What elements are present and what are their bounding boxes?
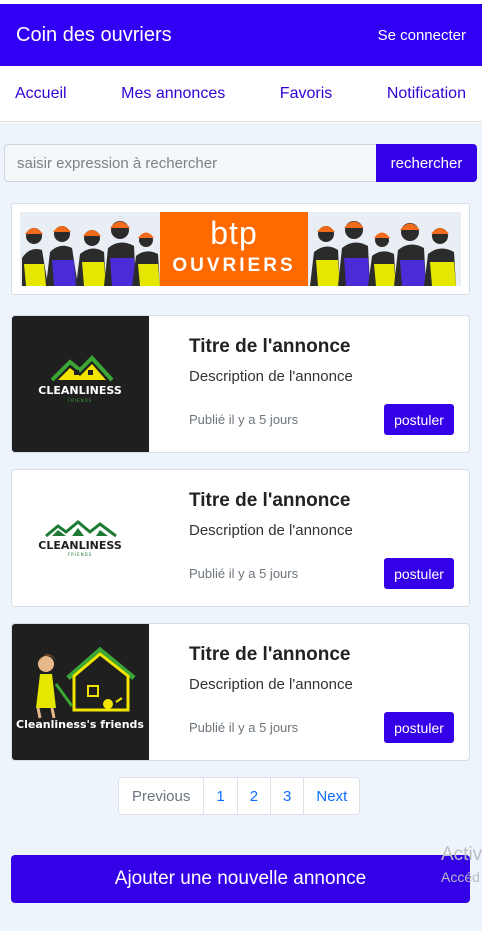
btp-logo-subtext: OUVRIERS: [172, 255, 296, 276]
activation-watermark: Activ Accéd: [441, 844, 482, 888]
pagination-page-1[interactable]: 1: [203, 778, 236, 814]
listing-title[interactable]: Titre de l'annonce: [189, 336, 350, 358]
banner-image: btp OUVRIERS: [20, 212, 461, 286]
nav-item-accueil[interactable]: Accueil: [15, 85, 67, 103]
card-logo-text: CLEANLINESS: [38, 384, 122, 397]
listing-title[interactable]: Titre de l'annonce: [189, 490, 350, 512]
pagination-previous[interactable]: Previous: [119, 778, 203, 814]
banner: btp OUVRIERS: [11, 203, 470, 295]
pagination: Previous 1 2 3 Next: [118, 777, 361, 815]
search-bar: rechercher: [4, 144, 477, 182]
nav-item-mes-annonces[interactable]: Mes annonces: [121, 85, 225, 103]
main-nav: Accueil Mes annonces Favoris Notificatio…: [0, 66, 482, 122]
cleaning-lady-logo-icon: Cleanliness's friends: [16, 646, 144, 731]
card-logo-text: Cleanliness's friends: [16, 718, 144, 731]
listing-description: Description de l'annonce: [189, 368, 353, 385]
btp-logo: btp OUVRIERS: [160, 212, 308, 286]
apply-button[interactable]: postuler: [384, 558, 454, 589]
login-link[interactable]: Se connecter: [378, 27, 466, 44]
listing-date: Publié il y a 5 jours: [189, 720, 299, 735]
card-logo-subtext: FRIENDS: [68, 552, 92, 557]
listing-card[interactable]: CLEANLINESS FRIENDS Titre de l'annonce D…: [11, 315, 470, 453]
pagination-next[interactable]: Next: [303, 778, 359, 814]
cleanliness-logo-icon: CLEANLINESS FRIENDS: [38, 355, 122, 403]
pagination-page-3[interactable]: 3: [270, 778, 303, 814]
listing-thumbnail: CLEANLINESS FRIENDS: [12, 316, 149, 452]
search-button[interactable]: rechercher: [376, 144, 477, 182]
search-input[interactable]: [4, 144, 376, 182]
listing-card[interactable]: Cleanliness's friends Titre de l'annonce…: [11, 623, 470, 761]
top-bar: Coin des ouvriers Se connecter: [0, 4, 482, 66]
listing-date: Publié il y a 5 jours: [189, 412, 299, 427]
listing-thumbnail: Cleanliness's friends: [12, 624, 149, 760]
cleanliness-logo-icon: CLEANLINESS FRIENDS: [38, 520, 122, 557]
listing-title[interactable]: Titre de l'annonce: [189, 644, 350, 666]
listing-description: Description de l'annonce: [189, 676, 353, 693]
watermark-line-1: Activ: [441, 844, 482, 865]
card-logo-text: CLEANLINESS: [38, 539, 122, 552]
listing-thumbnail: CLEANLINESS FRIENDS: [12, 470, 149, 606]
watermark-line-2: Accéd: [441, 869, 480, 885]
listing-date: Publié il y a 5 jours: [189, 566, 299, 581]
add-listing-button[interactable]: Ajouter une nouvelle annonce: [11, 855, 470, 903]
apply-button[interactable]: postuler: [384, 404, 454, 435]
brand-title[interactable]: Coin des ouvriers: [16, 24, 172, 47]
btp-logo-text: btp: [210, 215, 258, 251]
apply-button[interactable]: postuler: [384, 712, 454, 743]
card-logo-subtext: FRIENDS: [68, 398, 92, 403]
main-content: rechercher: [0, 123, 482, 931]
listing-card[interactable]: CLEANLINESS FRIENDS Titre de l'annonce D…: [11, 469, 470, 607]
listing-description: Description de l'annonce: [189, 522, 353, 539]
pagination-page-2[interactable]: 2: [236, 778, 270, 814]
nav-item-favoris[interactable]: Favoris: [280, 85, 332, 103]
nav-item-notification[interactable]: Notification: [387, 85, 466, 103]
